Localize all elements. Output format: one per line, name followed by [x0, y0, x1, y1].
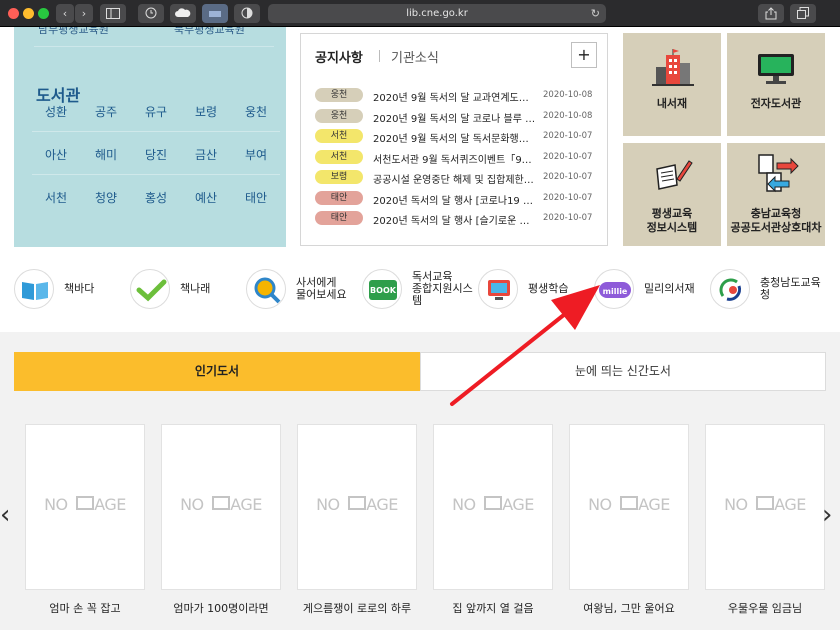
- page: ‹ › lib.cne.go.kr ↻ 남부평생교육원 북부평생교육원 도서관 …: [0, 0, 840, 630]
- annotation-arrow: [450, 285, 600, 406]
